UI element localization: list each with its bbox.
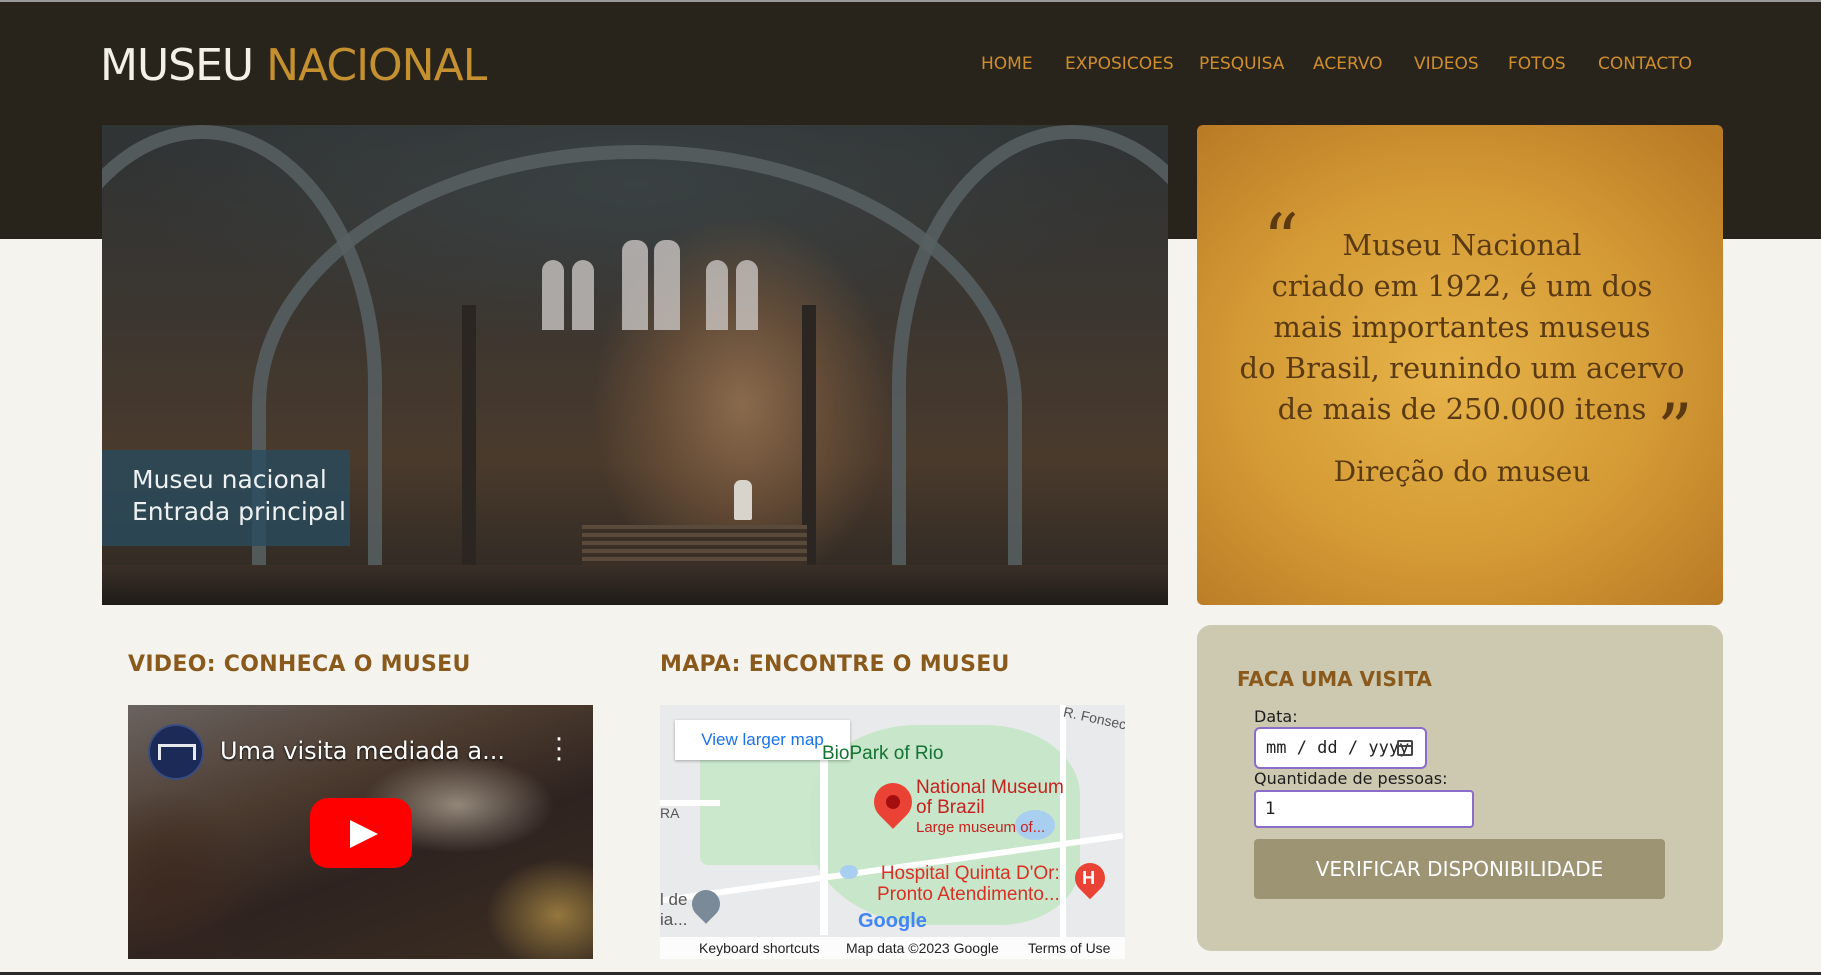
hero-window — [654, 240, 680, 330]
nav-pesquisa[interactable]: PESQUISA — [1199, 54, 1284, 74]
nav-exposicoes[interactable]: EXPOSICOES — [1065, 54, 1174, 74]
map-museum-name: of Brazil — [916, 797, 985, 818]
nav-videos[interactable]: VIDEOS — [1414, 54, 1479, 74]
google-logo: Google — [858, 910, 927, 932]
channel-logo-icon[interactable] — [148, 724, 204, 780]
map-museum-name: National Museum — [916, 777, 1064, 798]
map-lake — [840, 865, 858, 879]
visit-booking-panel: FACA UMA VISITA Data: mm / dd / yyyy Qua… — [1197, 625, 1723, 951]
date-label: Data: — [1254, 707, 1298, 726]
nav-acervo[interactable]: ACERVO — [1313, 54, 1383, 74]
people-quantity-input[interactable]: 1 — [1254, 790, 1474, 828]
qty-label: Quantidade de pessoas: — [1254, 769, 1448, 788]
map-footer: Keyboard shortcuts Map data ©2023 Google… — [660, 937, 1125, 959]
quote-line: criado em 1922, é um dos — [1271, 269, 1653, 303]
hero-window — [736, 260, 758, 330]
quote-line: Museu Nacional — [1342, 228, 1582, 262]
quote-line: de mais de 250.000 itens — [1277, 392, 1647, 426]
nav-contacto[interactable]: CONTACTO — [1598, 54, 1692, 74]
map-road — [820, 745, 828, 935]
quote-card: “ Museu Nacional criado em 1922, é um do… — [1197, 125, 1723, 605]
quote-line: mais importantes museus — [1273, 310, 1651, 344]
map-museum-desc: Large museum of... — [916, 819, 1046, 836]
hero-caption: Museu nacional Entrada principal — [102, 450, 350, 546]
hero-arch — [892, 125, 1168, 605]
map-street-label: R. Fonsec — [1062, 705, 1125, 733]
main-nav: HOME EXPOSICOES PESQUISA ACERVO VIDEOS F… — [0, 54, 1821, 74]
quote-text: Museu Nacional criado em 1922, é um dos … — [1227, 225, 1697, 430]
date-placeholder: mm / dd / yyyy — [1266, 738, 1410, 758]
hero-window — [572, 260, 594, 330]
quote-author: Direção do museu — [1333, 455, 1591, 488]
hero-caption-line2: Entrada principal — [132, 497, 346, 526]
map-area-label: RA — [660, 805, 680, 821]
hero-image: Museu nacional Entrada principal — [102, 125, 1168, 605]
video-title[interactable]: Uma visita mediada a... — [220, 737, 505, 765]
map-museum-label[interactable]: National Museum of Brazil Large museum o… — [916, 778, 1064, 838]
map-hospital-name: Pronto Atendimento... — [877, 884, 1060, 905]
map-biopark-label[interactable]: BioPark of Rio — [822, 743, 943, 765]
terms-of-use-link[interactable]: Terms of Use — [1028, 940, 1110, 956]
map-hospital-label[interactable]: Hospital Quinta D'Or: Pronto Atendimento… — [877, 863, 1060, 905]
hero-balustrade — [102, 565, 1168, 605]
calendar-icon[interactable] — [1397, 740, 1413, 756]
map-hospital-name: Hospital Quinta D'Or: — [880, 863, 1060, 884]
map-left-label-line: l de — [660, 890, 688, 909]
map-left-label: l de ia... — [660, 890, 687, 930]
map-left-label-line: ia... — [660, 910, 688, 929]
more-vert-icon[interactable]: · · · — [552, 727, 566, 773]
check-availability-button[interactable]: VERIFICAR DISPONIBILIDADE — [1254, 839, 1665, 899]
map-section-title: MAPA: ENCONTRE O MUSEU — [660, 652, 1010, 677]
map-embed[interactable]: View larger map R. Fonsec RA BioPark of … — [660, 705, 1125, 959]
hero-window — [542, 260, 564, 330]
hero-column — [462, 305, 476, 605]
youtube-play-icon[interactable] — [310, 798, 412, 868]
hero-caption-line1: Museu nacional — [132, 465, 327, 494]
quote-line: do Brasil, reunindo um acervo — [1239, 351, 1685, 385]
video-section-title: VIDEO: CONHECA O MUSEU — [128, 652, 471, 677]
keyboard-shortcuts-link[interactable]: Keyboard shortcuts — [699, 940, 820, 956]
hero-window — [706, 260, 728, 330]
hero-window — [622, 240, 648, 330]
nav-fotos[interactable]: FOTOS — [1508, 54, 1566, 74]
video-embed[interactable]: Uma visita mediada a... · · · — [128, 705, 593, 959]
hero-statue — [734, 480, 752, 520]
date-input[interactable]: mm / dd / yyyy — [1254, 727, 1427, 769]
nav-home[interactable]: HOME — [981, 54, 1033, 74]
visit-title: FACA UMA VISITA — [1237, 667, 1432, 691]
map-data-credit[interactable]: Map data ©2023 Google — [846, 940, 999, 956]
